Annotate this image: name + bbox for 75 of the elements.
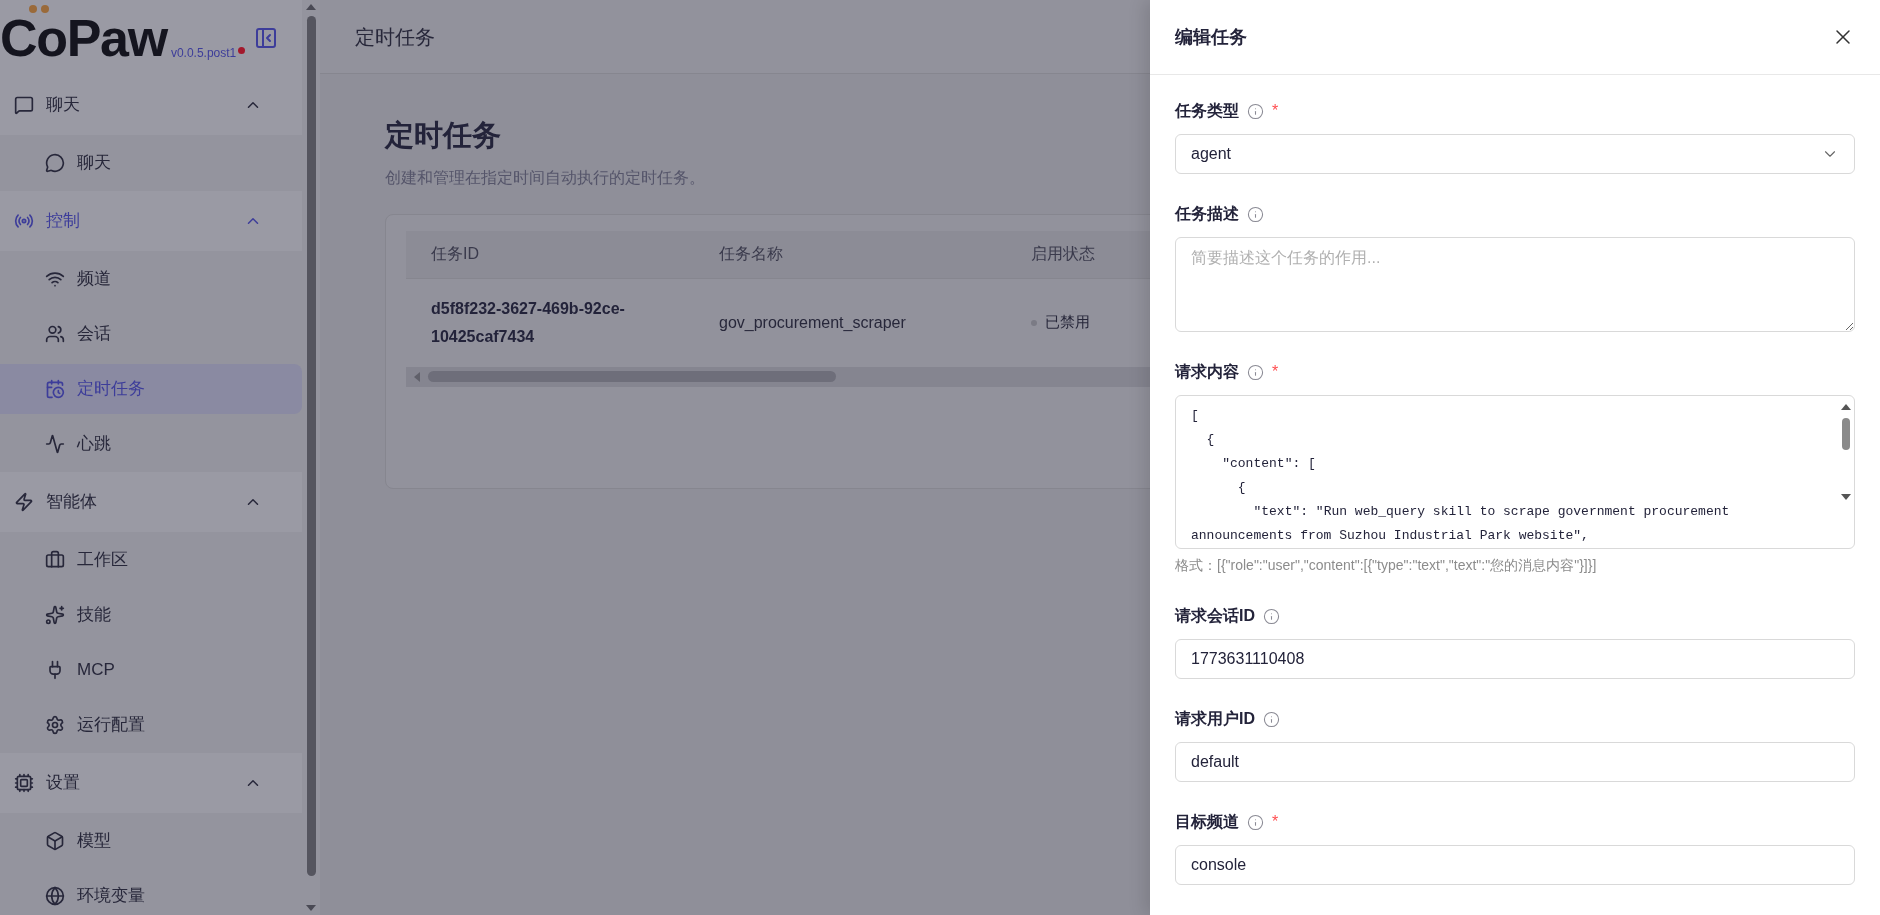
broadcast-icon [14,211,34,231]
field-label: 请求会话ID [1175,606,1255,626]
request-content-field[interactable]: [ { "content": [ { "text": "Run web_query skill to scrape government procurement announcements from Suzhou Industrial Park website", [1175,395,1855,549]
header-title: 定时任务 [355,24,435,50]
text-field[interactable]: 1773631110408 [1175,639,1855,679]
column-header: 任务名称 [718,244,784,264]
calendar-clock-icon [45,379,65,399]
info-icon [1263,607,1280,625]
drawer-title: 编辑任务 [1175,25,1247,49]
code-line: "content": [ [1221,455,1317,473]
logo-text: CoPaw [0,11,167,64]
column-header: 任务ID [430,244,480,264]
field-label: 请求内容 [1175,362,1239,382]
info-icon [1263,710,1280,728]
paw-dots-icon [28,3,52,14]
menu-item[interactable]: 工作区 [0,535,302,585]
text-field[interactable]: console [1175,845,1855,885]
info-icon [1247,205,1264,223]
wifi-icon [45,269,65,289]
code-line: { [1205,431,1216,449]
menu-group[interactable]: 聊天 [0,75,302,135]
description-field[interactable]: 简要描述这个任务的作用... [1175,237,1855,332]
chat-icon [14,95,34,115]
column-header: 启用状态 [1030,244,1096,264]
menu-item[interactable]: MCP [0,645,302,695]
menu-item[interactable]: 心跳 [0,419,302,469]
text-field[interactable]: default [1175,742,1855,782]
table-cell-text: d5f8f232-3627-469b-92ce-10425caf7434 [430,298,626,347]
menu-group[interactable]: 控制 [0,191,302,251]
sparkles-icon [45,605,65,625]
notification-dot-icon [238,46,246,54]
info-icon [1247,363,1264,381]
scroll-up-icon[interactable] [306,4,316,10]
menu-item[interactable]: 频道 [0,254,302,304]
menu-group[interactable]: 智能体 [0,472,302,532]
menu-item[interactable]: 会话 [0,309,302,359]
type-select[interactable]: agent [1175,134,1855,174]
briefcase-icon [45,550,65,570]
code-line: [ [1191,407,1200,425]
pulse-icon [45,434,65,454]
code-line: { [1236,479,1247,497]
chat-bubble-icon [45,153,65,173]
menu-item[interactable]: 模型 [0,816,302,866]
collapse-sidebar-button[interactable] [254,25,278,50]
scroll-down-icon[interactable] [306,905,316,911]
info-icon [1247,813,1264,831]
field-label: 请求用户ID [1175,709,1255,729]
menu-item[interactable]: 技能 [0,590,302,640]
users-icon [45,324,65,344]
field-label: 任务描述 [1175,204,1239,224]
field-label: 任务类型 [1175,101,1239,121]
settings-icon [45,715,65,735]
table-cell-text: gov_procurement_scraper [718,312,907,333]
scroll-left-icon[interactable] [414,371,420,382]
version-label: v0.0.5.post1 [170,44,237,62]
menu-group[interactable]: 设置 [0,753,302,813]
page-description: 创建和管理在指定时间自动执行的定时任务。 [385,167,706,188]
code-line: "text": "Run web_query skill to scrape government procurement announcements from Suzhou Industrial Park website", [1191,503,1731,545]
menu-item[interactable]: 定时任务 [0,364,302,414]
menu-item[interactable]: 运行配置 [0,700,302,750]
globe-icon [45,886,65,906]
horizontal-scrollbar[interactable] [406,366,1150,387]
menu-item[interactable]: 聊天 [0,138,302,188]
required-mark: * [1272,812,1279,832]
cube-icon [45,831,65,851]
required-mark: * [1272,362,1279,382]
chip-icon [14,773,34,793]
page-title: 定时任务 [385,118,502,153]
lightning-icon [14,492,34,512]
info-icon [1247,102,1264,120]
menu-item[interactable]: 环境变量 [0,871,302,915]
status-text: 已禁用 [1045,312,1090,333]
field-label: 目标频道 [1175,812,1239,832]
required-mark: * [1272,101,1279,121]
format-hint: 格式：[{"role":"user","content":[{"type":"text","text":"您的消息内容"}]}] [1175,556,1598,575]
